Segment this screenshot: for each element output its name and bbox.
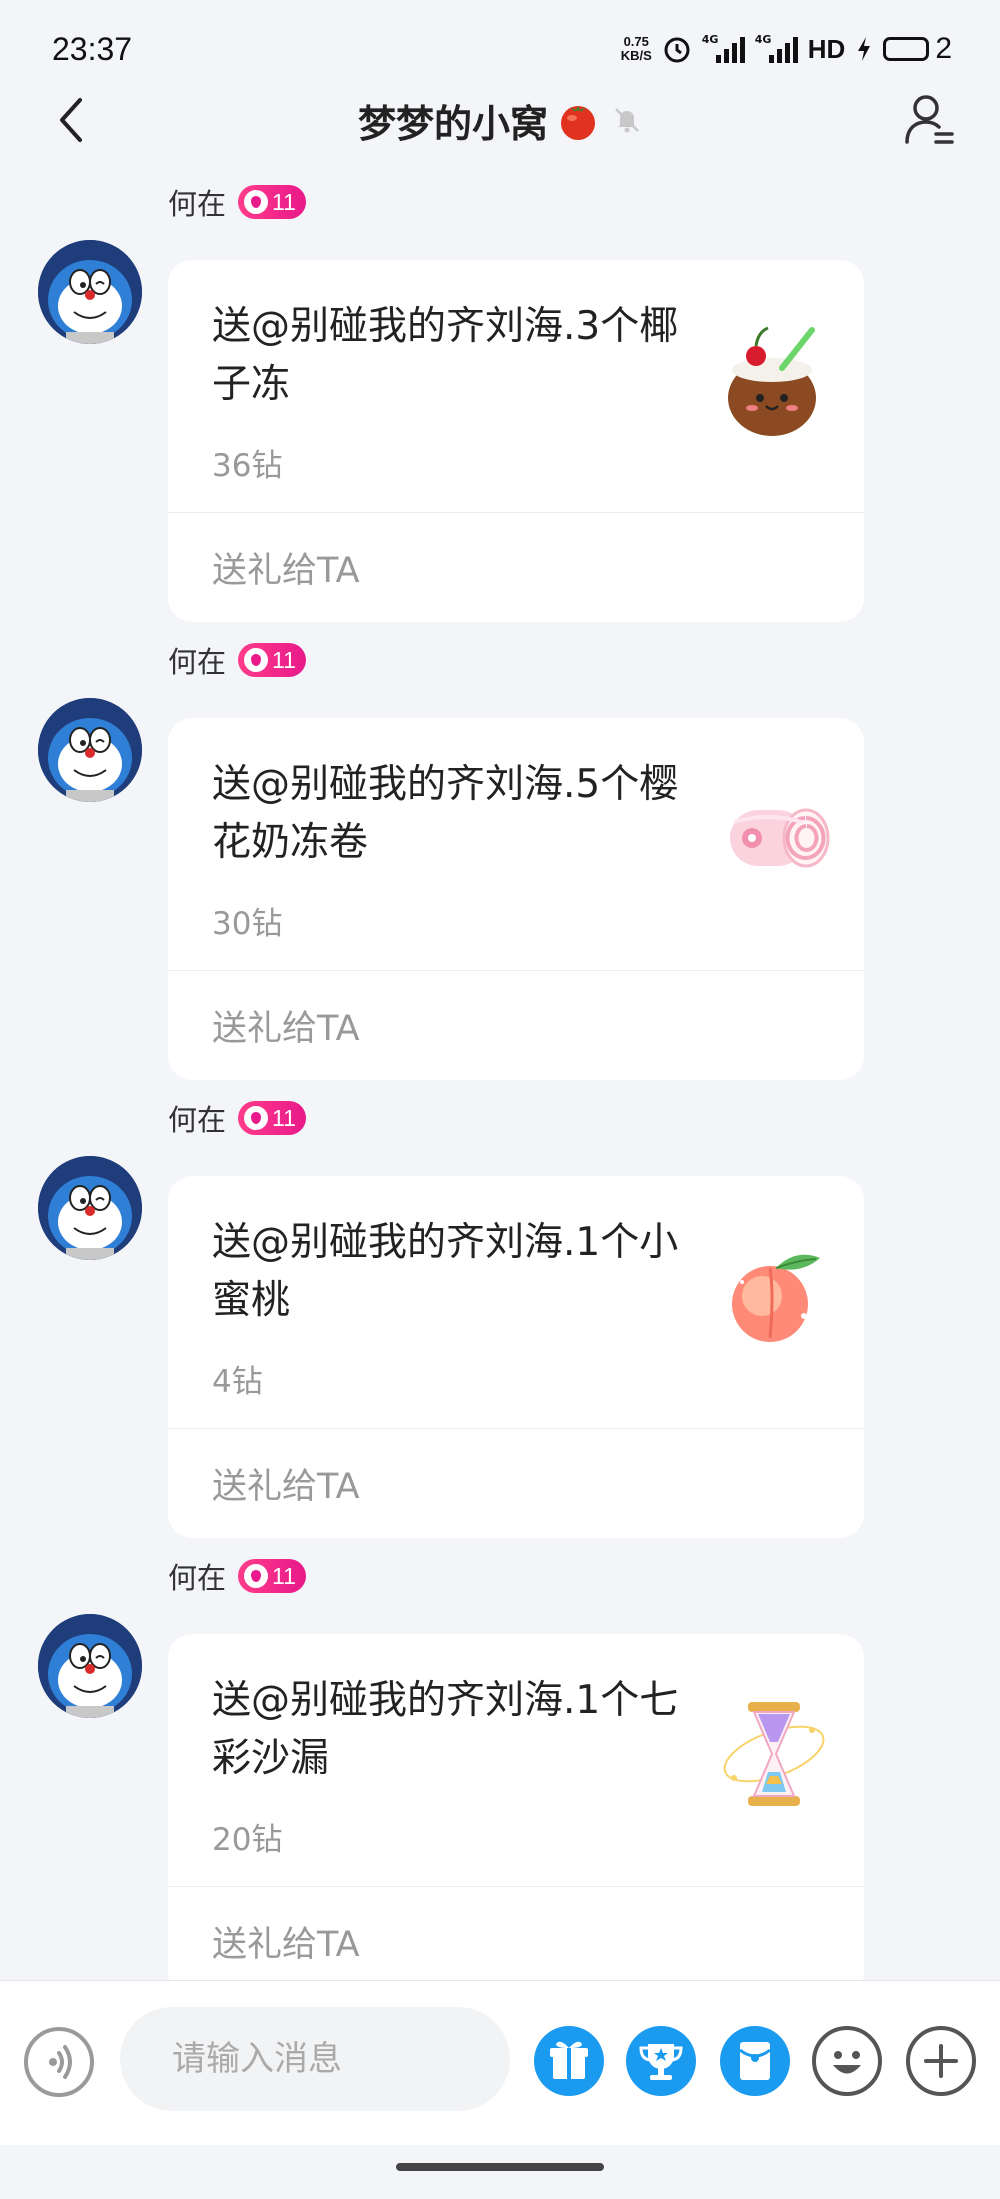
gift-price: 20钻	[212, 1822, 283, 1858]
group-profile-icon[interactable]	[904, 92, 956, 148]
gift-card: 送@别碰我的齐刘海.3个椰子冻 36钻 送礼给TA	[168, 260, 864, 622]
more-button[interactable]	[906, 2026, 976, 2096]
chat-header: 梦梦的小窝	[0, 88, 1000, 152]
status-time: 23:37	[52, 30, 133, 67]
plus-icon	[924, 2044, 958, 2078]
gift-box-icon	[550, 2041, 588, 2079]
mute-bell-icon	[615, 108, 639, 133]
coconut-jelly-icon	[728, 326, 816, 436]
chat-title-group: 梦梦的小窝	[358, 93, 642, 148]
alarm-icon	[664, 37, 690, 63]
sender-row: 何在 11	[168, 640, 306, 680]
send-gift-button[interactable]: 送礼给TA	[168, 971, 864, 1080]
input-bar	[0, 1980, 1000, 2145]
level-icon	[244, 1106, 269, 1130]
sender-row: 何在 11	[168, 182, 306, 222]
doraemon-avatar-icon	[38, 698, 142, 802]
gift-text: 送@别碰我的齐刘海.1个小蜜桃	[212, 1220, 679, 1323]
voice-icon	[49, 2045, 72, 2079]
avatar[interactable]	[38, 1614, 142, 1718]
trophy-button[interactable]	[626, 2026, 696, 2096]
message-input[interactable]	[120, 2007, 510, 2111]
home-indicator[interactable]	[396, 2163, 604, 2171]
sender-row: 何在 11	[168, 1098, 306, 1138]
chat-title: 梦梦的小窝	[357, 101, 548, 146]
voice-input-button[interactable]	[24, 2027, 94, 2097]
send-gift-button[interactable]: 送礼给TA	[168, 513, 864, 622]
doraemon-avatar-icon	[38, 240, 142, 344]
avatar[interactable]	[38, 698, 142, 802]
level-badge: 11	[238, 185, 306, 219]
status-icons: 0.75 KB/S 4G 4G HD 2	[621, 32, 952, 66]
level-icon	[244, 1564, 269, 1588]
gift-button[interactable]	[534, 2026, 604, 2096]
sakura-roll-icon	[730, 808, 830, 868]
level-badge: 11	[238, 643, 306, 677]
network-speed: 0.75 KB/S	[620, 34, 652, 63]
send-gift-button[interactable]: 送礼给TA	[168, 1429, 864, 1538]
tomato-icon	[561, 106, 595, 140]
trophy-icon	[639, 2044, 683, 2080]
battery-icon: 2	[883, 32, 952, 66]
charging-icon	[858, 37, 871, 61]
sender-name[interactable]: 何在	[168, 639, 226, 681]
signal-icon: 4G	[702, 33, 745, 63]
gift-card: 送@别碰我的齐刘海.1个七彩沙漏 20钻 送礼给TA	[168, 1634, 864, 1996]
gift-text: 送@别碰我的齐刘海.5个樱花奶冻卷	[212, 762, 679, 865]
gift-price: 4钻	[212, 1364, 263, 1400]
rainbow-hourglass-icon	[723, 1702, 825, 1806]
sender-name[interactable]: 何在	[168, 181, 226, 223]
doraemon-avatar-icon	[38, 1156, 142, 1260]
peach-icon	[732, 1254, 820, 1342]
hd-icon: HD	[807, 33, 846, 64]
gift-text: 送@别碰我的齐刘海.3个椰子冻	[212, 304, 679, 407]
avatar[interactable]	[38, 1156, 142, 1260]
level-badge: 11	[238, 1559, 306, 1593]
back-icon[interactable]	[52, 96, 92, 144]
gift-card: 送@别碰我的齐刘海.1个小蜜桃 4钻 送礼给TA	[168, 1176, 864, 1538]
level-badge: 11	[238, 1101, 306, 1135]
sender-row: 何在 11	[168, 1556, 306, 1596]
sender-name[interactable]: 何在	[168, 1097, 226, 1139]
level-icon	[244, 190, 269, 214]
gift-text: 送@别碰我的齐刘海.1个七彩沙漏	[212, 1678, 679, 1781]
red-packet-icon	[739, 2042, 771, 2080]
doraemon-avatar-icon	[38, 1614, 142, 1718]
level-icon	[244, 648, 269, 672]
smiley-icon	[833, 2051, 861, 2074]
red-packet-button[interactable]	[720, 2026, 790, 2096]
signal-icon-2: 4G	[755, 33, 798, 63]
avatar[interactable]	[38, 240, 142, 344]
gift-price: 30钻	[212, 906, 283, 942]
status-bar: 23:37 0.75 KB/S 4G 4G HD 2	[0, 0, 1000, 88]
gift-card: 送@别碰我的齐刘海.5个樱花奶冻卷 30钻 送礼给TA	[168, 718, 864, 1080]
gift-price: 36钻	[212, 448, 283, 484]
emoji-button[interactable]	[812, 2026, 882, 2096]
sender-name[interactable]: 何在	[168, 1555, 226, 1597]
